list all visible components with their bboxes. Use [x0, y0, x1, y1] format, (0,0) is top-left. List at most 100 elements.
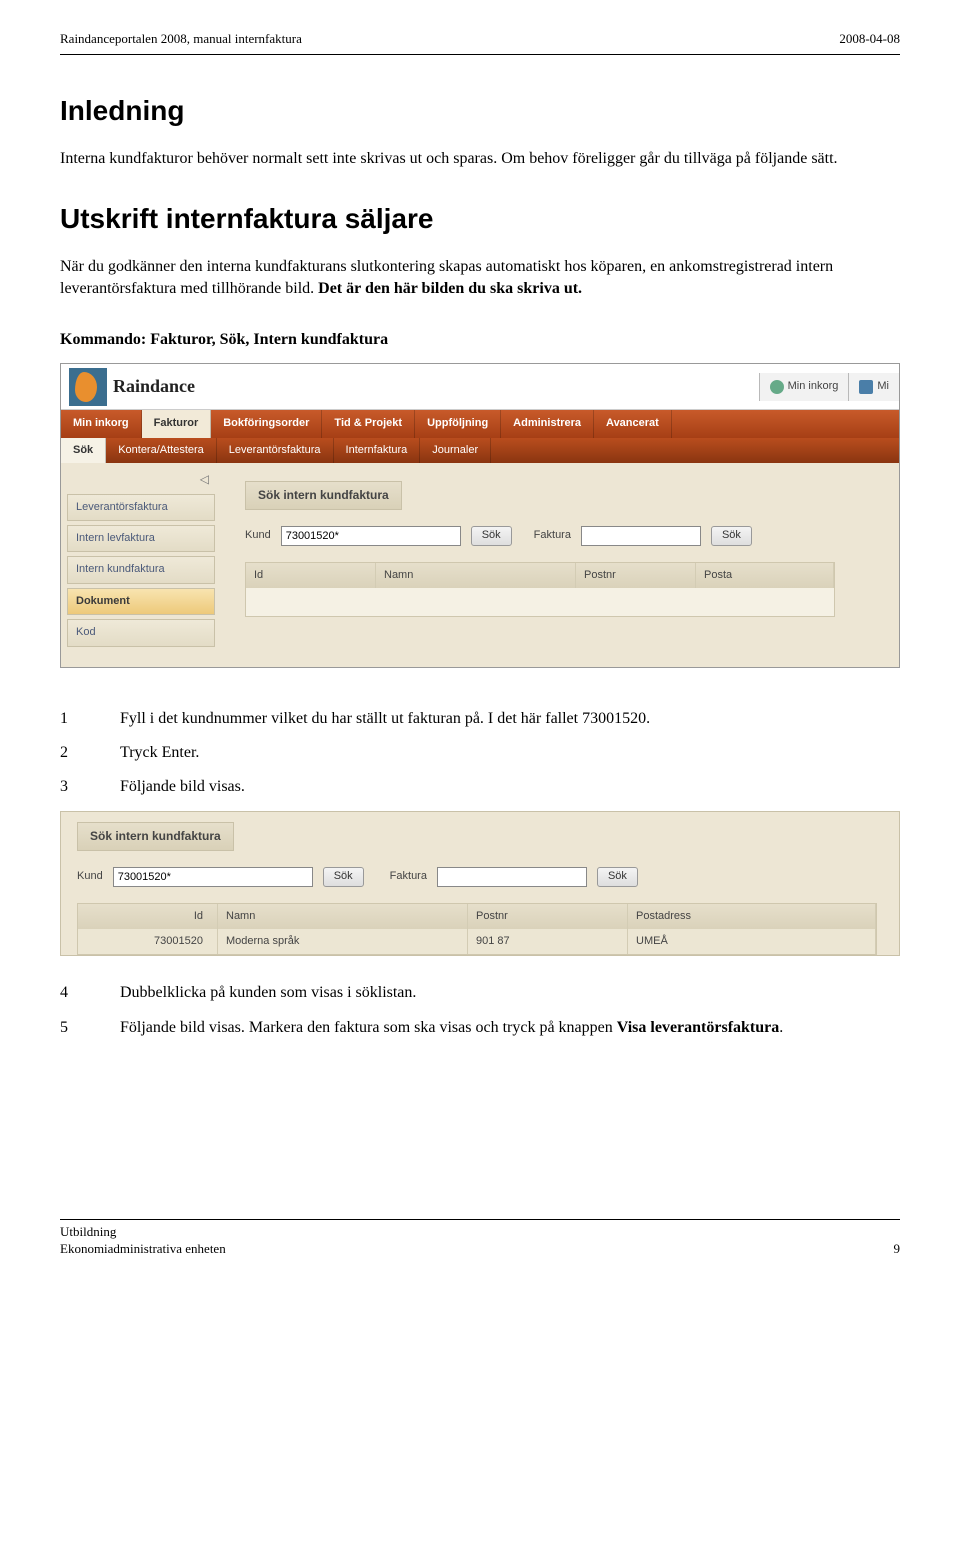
panel-title: Sök intern kundfaktura [245, 481, 402, 510]
step-5: 5 Följande bild visas. Markera den faktu… [60, 1017, 900, 1039]
cell-posta: UMEÅ [628, 929, 876, 954]
main-panel: Sök intern kundfaktura Kund Sök Faktura … [221, 463, 899, 667]
col-posta: Posta [696, 563, 834, 588]
heading-utskrift: Utskrift internfaktura säljare [60, 199, 900, 238]
faktura-input-2[interactable] [437, 867, 587, 887]
grid-header-row: Id Namn Postnr Posta [246, 563, 834, 588]
doc-header-date: 2008-04-08 [839, 30, 900, 48]
step-num-4: 4 [60, 982, 80, 1004]
para-inledning: Interna kundfakturor behöver normalt set… [60, 148, 900, 170]
subnav-leverantorsfaktura[interactable]: Leverantörsfaktura [217, 438, 334, 463]
col-postnr: Postnr [576, 563, 696, 588]
mi-button[interactable]: Mi [848, 373, 899, 401]
subnav-kontera[interactable]: Kontera/Attestera [106, 438, 217, 463]
logo-icon [69, 368, 107, 406]
screenshot-raindance-search: Raindance Min inkorg Mi Min inkorg Faktu… [60, 363, 900, 668]
step-num-5: 5 [60, 1017, 80, 1039]
sidebar: ◁ Leverantörsfaktura Intern levfaktura I… [61, 463, 221, 667]
doc-header: Raindanceportalen 2008, manual internfak… [60, 30, 900, 48]
kund-label: Kund [245, 528, 271, 543]
min-inkorg-button[interactable]: Min inkorg [759, 373, 849, 401]
step-4: 4 Dubbelklicka på kunden som visas i sök… [60, 982, 900, 1004]
cell-namn: Moderna språk [218, 929, 468, 954]
nav-administrera[interactable]: Administrera [501, 410, 594, 437]
sidebar-dokument[interactable]: Dokument [67, 588, 215, 615]
app-titlebar: Raindance Min inkorg Mi [61, 364, 899, 410]
para-utskrift-b: Det är den här bilden du ska skriva ut. [318, 280, 582, 297]
step-text-5: Följande bild visas. Markera den faktura… [120, 1017, 900, 1039]
nav-fakturor[interactable]: Fakturor [142, 410, 212, 437]
step-num-3: 3 [60, 776, 80, 798]
col-postnr-2: Postnr [468, 904, 628, 929]
step-3: 3 Följande bild visas. [60, 776, 900, 798]
step-2: 2 Tryck Enter. [60, 742, 900, 764]
footer-line1: Utbildning [60, 1224, 226, 1241]
subnav-journaler[interactable]: Journaler [420, 438, 491, 463]
col-posta-2: Postadress [628, 904, 876, 929]
sidebar-leverantorsfaktura[interactable]: Leverantörsfaktura [67, 494, 215, 521]
screenshot-search-result: Sök intern kundfaktura Kund Sök Faktura … [60, 811, 900, 957]
sidebar-intern-levfaktura[interactable]: Intern levfaktura [67, 525, 215, 552]
doc-footer: Utbildning Ekonomiadministrativa enheten… [60, 1219, 900, 1258]
step-1: 1 Fyll i det kundnummer vilket du har st… [60, 708, 900, 730]
col-id-2: Id [78, 904, 218, 929]
step-num-1: 1 [60, 708, 80, 730]
mi-icon [859, 380, 873, 394]
step-num-2: 2 [60, 742, 80, 764]
result-grid: Id Namn Postnr Posta [245, 562, 835, 617]
cell-id: 73001520 [78, 929, 218, 954]
sok-kund-button-2[interactable]: Sök [323, 867, 364, 887]
sok-faktura-button[interactable]: Sök [711, 526, 752, 546]
grid-header-row-2: Id Namn Postnr Postadress [78, 904, 876, 929]
step5-c: . [779, 1019, 783, 1036]
globe-icon [770, 380, 784, 394]
nav-uppfoljning[interactable]: Uppföljning [415, 410, 501, 437]
logo-text: Raindance [113, 374, 195, 399]
kund-input-2[interactable] [113, 867, 313, 887]
kommando-line: Kommando: Fakturor, Sök, Intern kundfakt… [60, 329, 900, 351]
sok-kund-button[interactable]: Sök [471, 526, 512, 546]
grid-body-empty [246, 588, 834, 616]
nav-avancerat[interactable]: Avancerat [594, 410, 672, 437]
header-rule [60, 54, 900, 55]
footer-left: Utbildning Ekonomiadministrativa enheten [60, 1224, 226, 1258]
top-toolbar: Min inkorg Mi [759, 364, 899, 409]
nav-min-inkorg[interactable]: Min inkorg [61, 410, 142, 437]
heading-inledning: Inledning [60, 91, 900, 130]
kund-input[interactable] [281, 526, 461, 546]
step-text-3: Följande bild visas. [120, 776, 900, 798]
page-number: 9 [894, 1240, 901, 1258]
step-text-2: Tryck Enter. [120, 742, 900, 764]
search-row: Kund Sök Faktura Sök [245, 526, 899, 546]
nav-bokforingsorder[interactable]: Bokföringsorder [211, 410, 322, 437]
sidebar-intern-kundfaktura[interactable]: Intern kundfaktura [67, 556, 215, 583]
kund-label-2: Kund [77, 869, 103, 884]
faktura-label-2: Faktura [390, 869, 427, 884]
sok-faktura-button-2[interactable]: Sök [597, 867, 638, 887]
sidebar-kod[interactable]: Kod [67, 619, 215, 646]
collapse-sidebar-icon[interactable]: ◁ [194, 469, 215, 490]
table-row[interactable]: 73001520 Moderna språk 901 87 UMEÅ [78, 929, 876, 954]
doc-header-left: Raindanceportalen 2008, manual internfak… [60, 30, 302, 48]
main-nav: Min inkorg Fakturor Bokföringsorder Tid … [61, 410, 899, 437]
mi-label: Mi [877, 379, 889, 394]
step-text-4: Dubbelklicka på kunden som visas i sökli… [120, 982, 900, 1004]
min-inkorg-label: Min inkorg [788, 379, 839, 394]
app-body: ◁ Leverantörsfaktura Intern levfaktura I… [61, 463, 899, 667]
subnav-internfaktura[interactable]: Internfaktura [334, 438, 421, 463]
col-namn: Namn [376, 563, 576, 588]
subnav-sok[interactable]: Sök [61, 438, 106, 463]
app-logo: Raindance [61, 364, 195, 409]
cell-postnr: 901 87 [468, 929, 628, 954]
faktura-label: Faktura [534, 528, 571, 543]
search-row-2: Kund Sök Faktura Sök [77, 867, 899, 887]
result-grid-2: Id Namn Postnr Postadress 73001520 Moder… [77, 903, 877, 956]
col-namn-2: Namn [218, 904, 468, 929]
step5-b: Visa leverantörsfaktura [617, 1019, 780, 1036]
col-id: Id [246, 563, 376, 588]
sub-nav: Sök Kontera/Attestera Leverantörsfaktura… [61, 438, 899, 463]
faktura-input[interactable] [581, 526, 701, 546]
nav-tid-projekt[interactable]: Tid & Projekt [322, 410, 415, 437]
panel-title-2: Sök intern kundfaktura [77, 822, 234, 851]
para-utskrift: När du godkänner den interna kundfaktura… [60, 256, 900, 301]
